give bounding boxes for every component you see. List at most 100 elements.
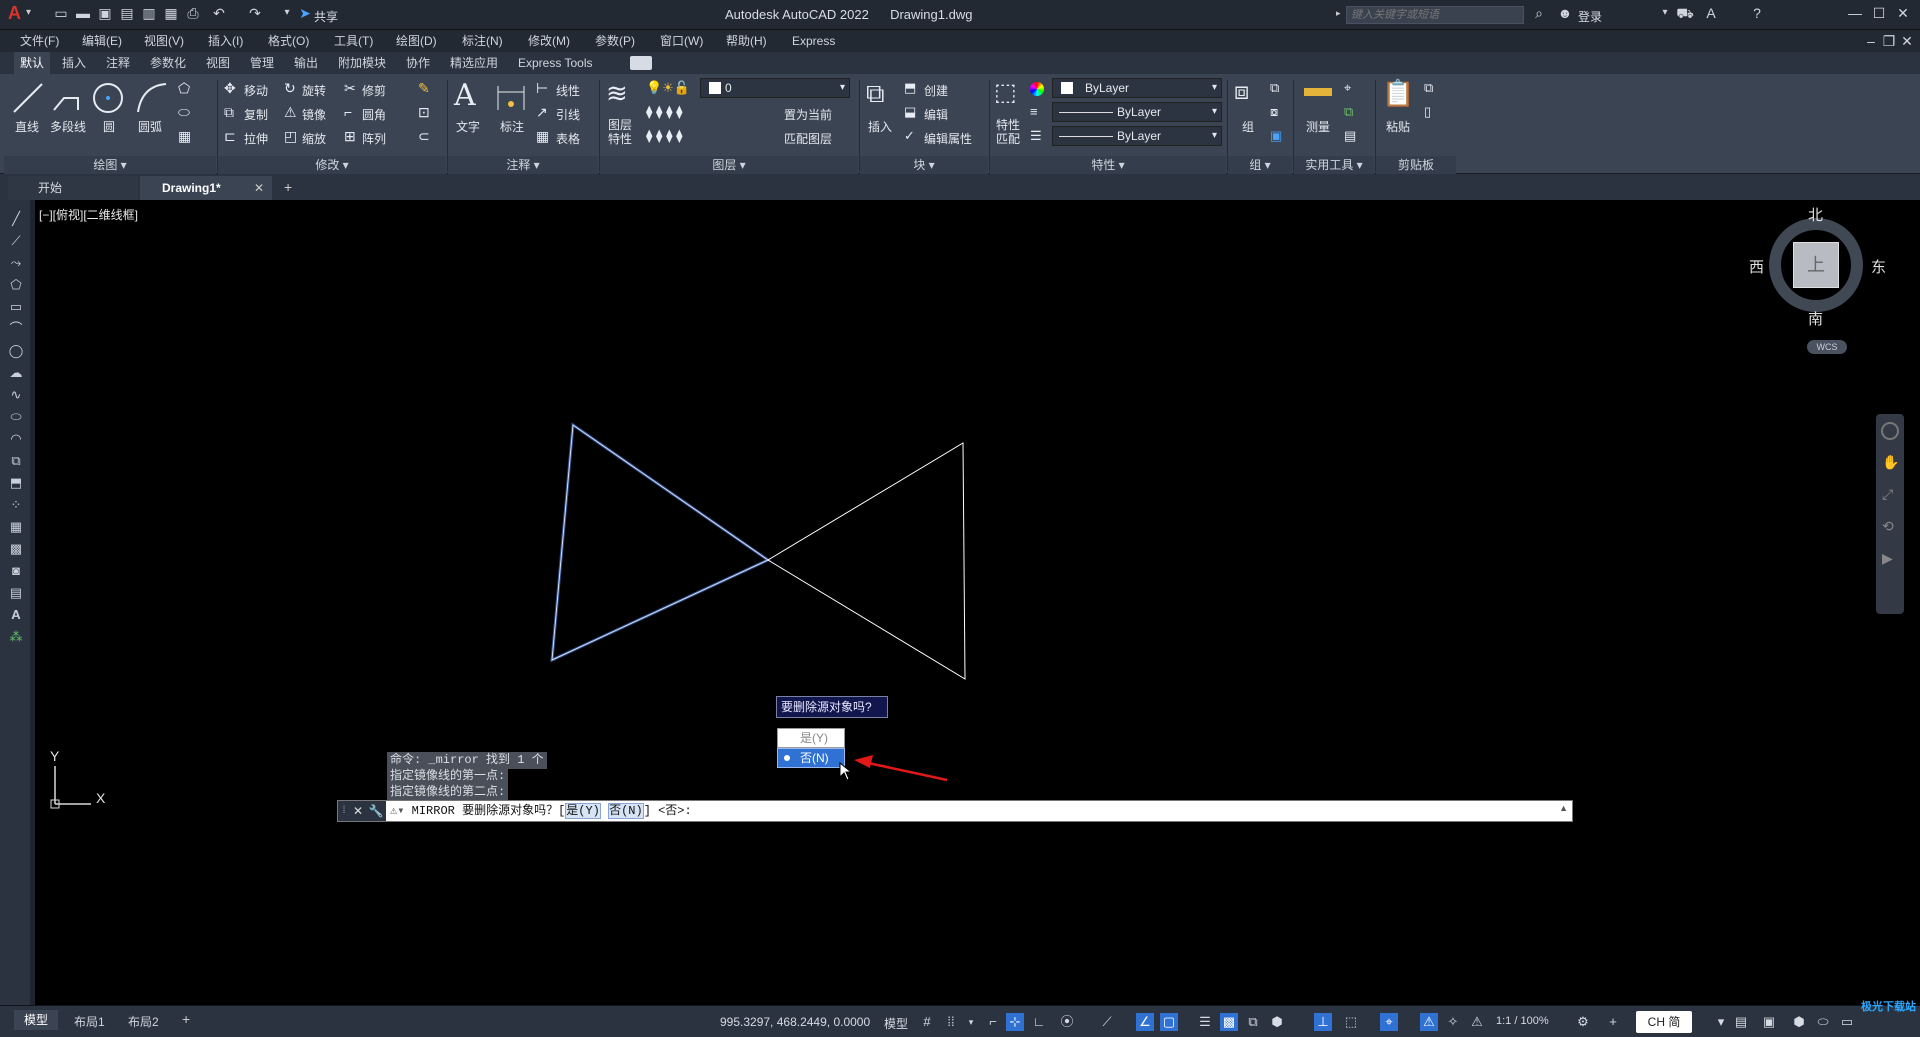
save-icon[interactable]: ▣ <box>96 4 114 22</box>
arc-icon[interactable] <box>134 80 170 116</box>
isodraft-icon[interactable]: ⟋ <box>1098 1013 1116 1031</box>
doc-restore-icon[interactable]: ❐ <box>1880 32 1898 50</box>
new-tab-icon[interactable]: + <box>284 179 292 195</box>
revcloud-tool-icon[interactable]: ☁ <box>6 364 26 382</box>
tab-annotate[interactable]: 注释 <box>106 52 130 74</box>
line-tool-icon[interactable]: ╱ <box>6 210 26 228</box>
table-button[interactable]: 表格 <box>556 130 580 147</box>
tab-insert[interactable]: 插入 <box>62 52 86 74</box>
create-block-button[interactable]: 创建 <box>924 82 948 99</box>
linetype-icon[interactable]: ≡ <box>1030 104 1038 119</box>
app-menu-chevron-icon[interactable]: ▾ <box>26 7 31 18</box>
layer-tools-icons-2[interactable]: ⧫ ⧫ ⧫ ⧫ <box>646 128 683 144</box>
menu-item-tools[interactable]: 工具(T) <box>334 30 373 52</box>
copy-button[interactable]: 复制 <box>244 106 268 123</box>
tab-parametric[interactable]: 参数化 <box>150 52 186 74</box>
tab-start[interactable]: 开始 <box>8 176 138 200</box>
layer-properties-button[interactable]: 图层特性 <box>608 118 634 146</box>
gradient-tool-icon[interactable]: ▩ <box>6 540 26 558</box>
tab-drawing1[interactable]: Drawing1* ✕ <box>140 176 272 200</box>
add-selected-tool-icon[interactable]: ⁂ <box>6 628 26 646</box>
command-option-yes[interactable]: 是(Y) <box>565 803 601 819</box>
stretch-button[interactable]: 拉伸 <box>244 130 268 147</box>
arc-button[interactable]: 圆弧 <box>138 118 162 135</box>
group-icon[interactable]: ⧈ <box>1234 78 1249 106</box>
menu-item-insert[interactable]: 插入(I) <box>208 30 243 52</box>
lineweight-icon[interactable]: ☰ <box>1030 128 1042 144</box>
copy-icon[interactable]: ⧉ <box>224 104 234 121</box>
layer-state-icons[interactable]: 💡☀🔓 <box>646 80 690 96</box>
search-input[interactable] <box>1346 6 1524 24</box>
point-tool-icon[interactable]: ⁘ <box>6 496 26 514</box>
group-select-icon[interactable]: ▣ <box>1270 128 1282 144</box>
menu-item-dimension[interactable]: 标注(N) <box>462 30 503 52</box>
menu-item-edit[interactable]: 编辑(E) <box>82 30 122 52</box>
command-history-toggle-icon[interactable]: ▲ <box>1559 803 1568 813</box>
spline-tool-icon[interactable]: ∿ <box>6 386 26 404</box>
search-expand-icon[interactable]: ▸ <box>1336 8 1341 19</box>
scale-icon[interactable]: ◰ <box>284 128 297 145</box>
rotate-icon[interactable]: ↻ <box>284 80 296 97</box>
menu-item-format[interactable]: 格式(O) <box>268 30 309 52</box>
utilities-panel-title[interactable]: 实用工具 ▾ <box>1294 156 1374 174</box>
viewcube[interactable]: 上 北 南 西 东 <box>1749 204 1886 328</box>
draw-panel-title[interactable]: 绘图 ▾ <box>4 156 216 174</box>
arc-tool-icon[interactable]: ⌒ <box>6 320 26 338</box>
line-button[interactable]: 直线 <box>15 118 39 135</box>
doc-minimize-icon[interactable]: – <box>1862 32 1880 50</box>
selection-cycling-icon[interactable]: ⧉ <box>1244 1013 1262 1031</box>
coordinates-readout[interactable]: 995.3297, 468.2449, 0.0000 <box>720 1015 870 1029</box>
redo-icon[interactable]: ↷ <box>246 4 264 22</box>
color-wheel-icon[interactable] <box>1030 82 1044 96</box>
app-logo[interactable]: A <box>8 3 21 24</box>
add-layout-icon[interactable]: + <box>182 1011 190 1027</box>
measure-icon[interactable] <box>1304 88 1332 96</box>
ribbon-toggle-icon[interactable] <box>630 56 652 70</box>
table-icon[interactable]: ▦ <box>536 128 549 145</box>
xline-tool-icon[interactable]: ⟋ <box>6 232 26 250</box>
graphics-performance-icon[interactable]: ⬭ <box>1814 1013 1832 1031</box>
customize-wrench-icon[interactable]: 🔧 <box>366 801 386 821</box>
create-block-icon[interactable]: ⬒ <box>904 80 916 96</box>
polyline-tool-icon[interactable]: ⤳ <box>6 254 26 272</box>
scale-button[interactable]: 缩放 <box>302 130 326 147</box>
trim-button[interactable]: 修剪 <box>362 82 386 99</box>
dynamic-ucs-icon[interactable]: ⊥ <box>1314 1013 1332 1031</box>
edit-block-icon[interactable]: ⬓ <box>904 104 916 120</box>
quick-properties-icon[interactable]: ▤ <box>1732 1013 1750 1031</box>
menu-item-view[interactable]: 视图(V) <box>144 30 184 52</box>
offset-icon[interactable]: ⊂ <box>418 128 430 145</box>
orbit-icon[interactable]: ⟲ <box>1882 518 1894 535</box>
steering-wheel-icon[interactable] <box>1881 422 1899 440</box>
3d-osnap-icon[interactable]: ⬢ <box>1268 1013 1286 1031</box>
make-block-tool-icon[interactable]: ⬒ <box>6 474 26 492</box>
lock-ui-icon[interactable]: ▣ <box>1760 1013 1778 1031</box>
trim-icon[interactable]: ✂ <box>344 80 356 97</box>
paste-icon[interactable]: 📋 <box>1382 78 1414 109</box>
ellipse-tool-icon[interactable]: ⬭ <box>6 408 26 426</box>
menu-item-draw[interactable]: 绘图(D) <box>396 30 437 52</box>
help-icon[interactable]: ? <box>1748 4 1766 22</box>
compass-west[interactable]: 西 <box>1749 256 1764 277</box>
tab-express-tools[interactable]: Express Tools <box>518 52 592 74</box>
layers-panel-title[interactable]: 图层 ▾ <box>600 156 858 174</box>
search-icon[interactable]: ⌕ <box>1530 4 1548 22</box>
maximize-icon[interactable]: ☐ <box>1870 4 1888 22</box>
tab-featured-apps[interactable]: 精选应用 <box>450 52 498 74</box>
doc-close-icon[interactable]: ✕ <box>1898 32 1916 50</box>
dimension-button[interactable]: 标注 <box>500 118 524 135</box>
minimize-icon[interactable]: — <box>1846 4 1864 22</box>
close-icon[interactable]: ✕ <box>1894 4 1912 22</box>
groups-panel-title[interactable]: 组 ▾ <box>1228 156 1292 174</box>
quick-select-icon[interactable]: ⌖ <box>1344 80 1351 96</box>
compass-east[interactable]: 东 <box>1871 256 1886 277</box>
wcs-button[interactable]: WCS <box>1807 340 1847 354</box>
edit-block-button[interactable]: 编辑 <box>924 106 948 123</box>
menu-item-parametric[interactable]: 参数(P) <box>595 30 635 52</box>
match-layer-button[interactable]: 匹配图层 <box>784 130 832 147</box>
polygon-tool-icon[interactable]: ⬠ <box>6 276 26 294</box>
login-chevron-icon[interactable]: ▾ <box>1656 4 1674 22</box>
layout-tab-model[interactable]: 模型 <box>14 1010 58 1030</box>
edit-attribute-icon[interactable]: ✓ <box>904 128 915 144</box>
command-input[interactable]: ⚠▾ MIRROR 要删除源对象吗？[是(Y) 否(N)] <否>: <box>390 801 692 821</box>
